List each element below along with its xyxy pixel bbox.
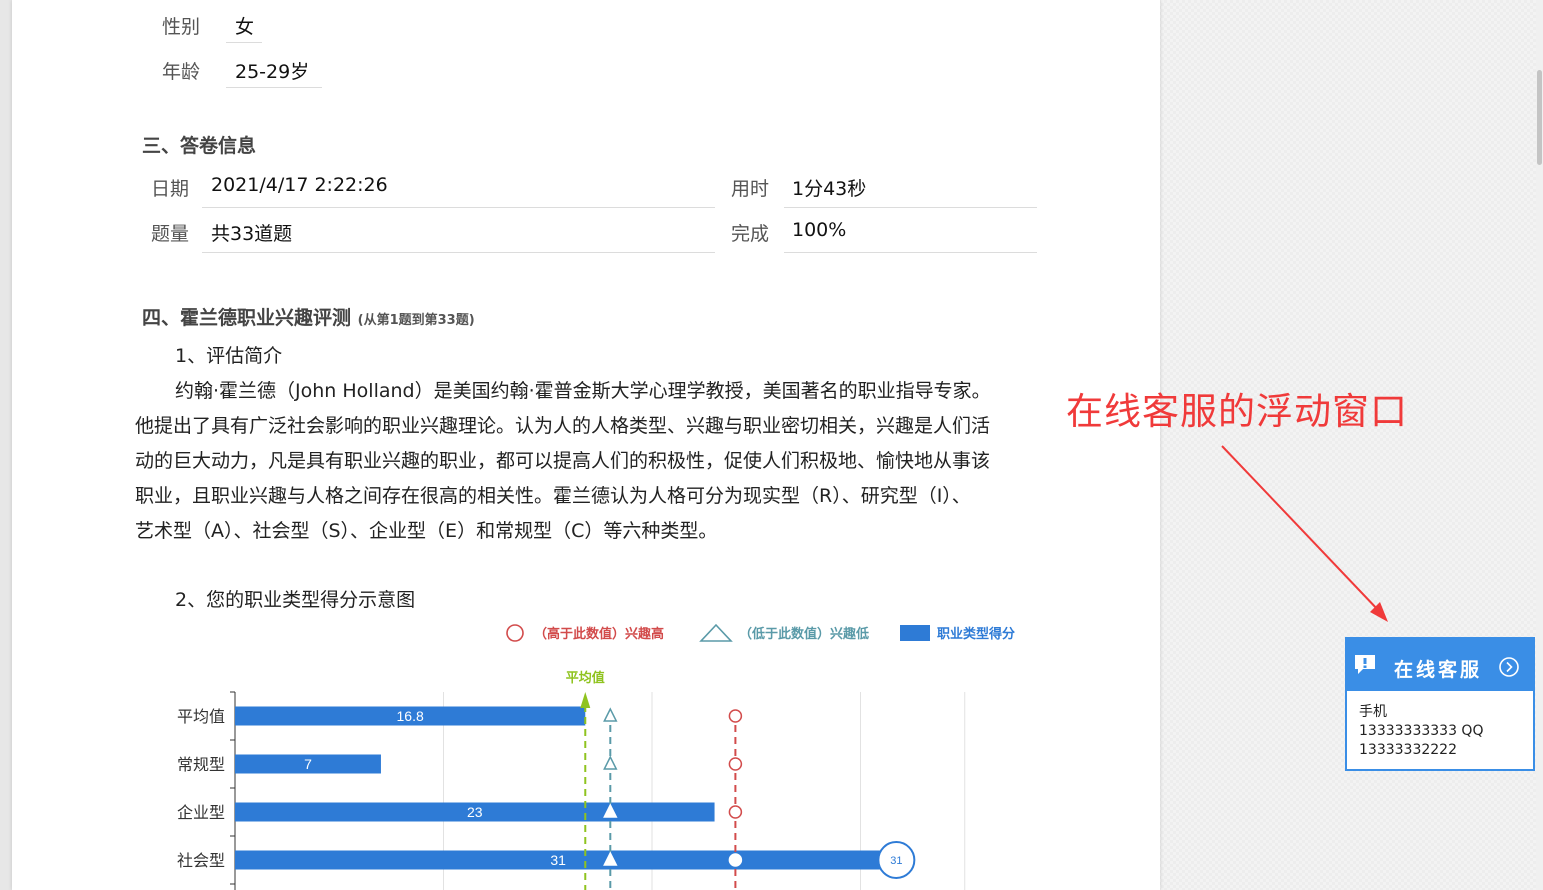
customer-service-widget[interactable]: 在线客服 手机 13333333333 QQ 13333332222: [1345, 637, 1535, 771]
done-value: 100%: [792, 219, 847, 241]
high-threshold-circle-icon: [728, 853, 743, 867]
section-answer-info-title: 三、答卷信息: [142, 135, 257, 157]
intro-line: 艺术型（A）、社会型（S）、企业型（E）和常规型（C）等六种类型。: [135, 520, 718, 542]
intro-line: 约翰·霍兰德（John Holland）是美国约翰·霍普金斯大学心理学教授，美国…: [175, 380, 991, 402]
left-margin: [0, 0, 12, 890]
count-label: 题量: [151, 223, 190, 245]
customer-service-body: 手机 13333333333 QQ 13333332222: [1347, 691, 1533, 760]
category-label: 企业型: [177, 804, 225, 822]
high-threshold-circle-icon: [728, 805, 743, 819]
count-value: 共33道题: [211, 223, 293, 245]
done-label: 完成: [731, 223, 770, 245]
age-label: 年龄: [162, 61, 201, 83]
high-threshold-circle-icon: [728, 709, 743, 723]
holland-title: 四、霍兰德职业兴趣评测: [142, 307, 352, 329]
contact-line: 13333332222: [1359, 742, 1457, 758]
legend-low-triangle-icon: [699, 623, 733, 642]
category-label: 社会型: [177, 852, 225, 870]
chevron-right-circle-icon[interactable]: [1498, 656, 1520, 678]
score-marker-label: 31: [890, 855, 902, 867]
career-score-chart: （高于此数值）兴趣高 （低于此数值）兴趣低 职业类型得分 16.8 平均值 7 常规型 23 企…: [177, 623, 1015, 890]
contact-line: 手机: [1359, 704, 1387, 720]
holland-range: (从第1题到第33题): [357, 313, 475, 328]
age-value: 25-29岁: [235, 61, 310, 83]
bar-value-label: 31: [550, 852, 566, 868]
intro-line: 职业，且职业兴趣与人格之间存在很高的相关性。霍兰德认为人格可分为现实型（R）、研…: [135, 485, 971, 507]
customer-service-header[interactable]: 在线客服: [1347, 639, 1533, 691]
time-label: 用时: [731, 178, 770, 200]
legend-low-label: （低于此数值）兴趣低: [739, 626, 869, 641]
average-line-label: 平均值: [566, 670, 605, 685]
intro-line: 他提出了具有广泛社会影响的职业兴趣理论。认为人的人格类型、兴趣与职业密切相关，兴…: [135, 415, 991, 437]
report-page: 性别 女 年龄 25-29岁 三、答卷信息 日期 2021/4/17 2:22:…: [12, 0, 1160, 890]
count-underline: [202, 252, 715, 253]
legend-high-label: （高于此数值）兴趣高: [534, 626, 664, 641]
date-value: 2021/4/17 2:22:26: [211, 174, 388, 196]
bar-value-label: 23: [467, 804, 483, 820]
legend-score-label: 职业类型得分: [937, 626, 1015, 641]
bar-value-label: 16.8: [397, 708, 424, 724]
customer-service-title: 在线客服: [1394, 659, 1483, 681]
intro-line: 动的巨大动力，凡是具有职业兴趣的职业，都可以提高人们的积极性，促使人们积极地、愉…: [135, 450, 991, 472]
gender-label: 性别: [162, 16, 201, 38]
annotation-arrow: [1221, 445, 1388, 622]
intro-heading: 1、评估简介: [175, 345, 283, 367]
age-underline: [226, 87, 322, 88]
time-underline: [784, 207, 1037, 208]
chat-alert-icon: [1355, 655, 1375, 674]
chart-heading: 2、您的职业类型得分示意图: [175, 589, 416, 611]
date-label: 日期: [151, 178, 190, 200]
gender-value: 女: [235, 16, 255, 38]
category-label: 平均值: [177, 708, 225, 726]
contact-line: 13333333333 QQ: [1359, 723, 1484, 739]
gender-underline: [226, 42, 262, 43]
category-label: 常规型: [177, 756, 225, 774]
section-holland-title: 四、霍兰德职业兴趣评测 (从第1题到第33题): [142, 303, 475, 330]
high-threshold-circle-icon: [728, 757, 743, 771]
scrollbar-thumb[interactable]: [1537, 70, 1542, 165]
average-arrow-icon: [580, 692, 591, 708]
date-underline: [202, 207, 715, 208]
done-underline: [784, 252, 1037, 253]
annotation-label: 在线客服的浮动窗口: [1066, 390, 1408, 433]
low-threshold-triangle-icon: [603, 707, 618, 722]
legend-high-circle-icon: [506, 624, 524, 642]
time-value: 1分43秒: [792, 178, 867, 200]
low-threshold-triangle-icon: [603, 755, 618, 770]
legend-score-swatch: [900, 625, 930, 641]
bar-value-label: 7: [304, 756, 312, 772]
